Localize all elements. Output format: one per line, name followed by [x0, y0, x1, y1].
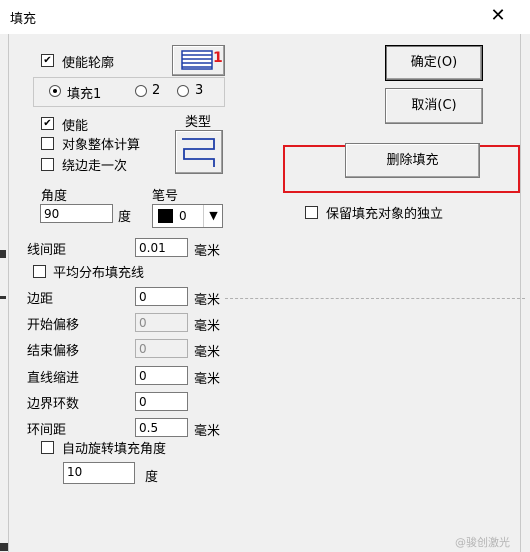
rotate-angle-unit: 度 — [145, 470, 159, 485]
auto-rotate-checkbox[interactable] — [41, 441, 54, 454]
ok-button[interactable]: 确定(O) — [385, 45, 483, 81]
border-loops-label: 边界环数 — [27, 397, 80, 412]
fill-type-button[interactable] — [175, 130, 223, 174]
fill-tab-label-2: 2 — [152, 83, 161, 98]
angle-label: 角度 — [41, 189, 68, 204]
title-bar: 填充 ✕ — [0, 0, 530, 34]
pen-color-swatch — [158, 209, 173, 223]
frame-line — [520, 34, 521, 552]
close-icon[interactable]: ✕ — [484, 3, 512, 29]
line-spacing-label: 线间距 — [27, 243, 67, 258]
fill-tab-label-3: 3 — [195, 83, 204, 98]
whole-object-label: 对象整体计算 — [62, 138, 141, 153]
loop-spacing-label: 环间距 — [27, 423, 67, 438]
end-offset-unit: 毫米 — [194, 345, 221, 360]
angle-input[interactable]: 90 — [40, 204, 113, 223]
even-distribute-checkbox[interactable] — [33, 265, 46, 278]
enable-outline-label: 使能轮廓 — [62, 56, 115, 71]
enable-fill-checkbox[interactable]: ✔ — [41, 117, 54, 130]
even-distribute-label: 平均分布填充线 — [53, 266, 145, 281]
enable-outline-checkbox[interactable]: ✔ — [41, 54, 54, 67]
loop-spacing-input[interactable]: 0.5 — [135, 418, 188, 437]
fill-dialog: 填充 ✕ ✔ 使能轮廓 1 填充1 2 3 ✔ 使能 对象整体计算 绕边走一次 … — [0, 0, 530, 552]
start-offset-input: 0 — [135, 313, 188, 332]
end-offset-input: 0 — [135, 339, 188, 358]
delete-fill-button[interactable]: 删除填充 — [345, 143, 480, 178]
enable-fill-label: 使能 — [62, 119, 89, 134]
frame-line — [8, 34, 9, 552]
fill-tab-radio-3[interactable] — [177, 85, 189, 97]
line-spacing-input[interactable]: 0.01 — [135, 238, 188, 257]
line-reduce-label: 直线缩进 — [27, 371, 80, 386]
cancel-button[interactable]: 取消(C) — [385, 88, 483, 124]
end-offset-label: 结束偏移 — [27, 344, 80, 359]
auto-rotate-label: 自动旋转填充角度 — [62, 442, 167, 457]
pen-label: 笔号 — [152, 189, 179, 204]
handle-marker — [0, 250, 6, 258]
pen-value: 0 — [179, 209, 187, 223]
once-around-label: 绕边走一次 — [62, 159, 128, 174]
keep-independent-checkbox[interactable] — [305, 206, 318, 219]
margin-input[interactable]: 0 — [135, 287, 188, 306]
dropdown-arrow-icon[interactable]: ▼ — [203, 205, 223, 227]
rotate-angle-input[interactable]: 10 — [63, 462, 135, 484]
once-around-checkbox[interactable] — [41, 158, 54, 171]
line-spacing-unit: 毫米 — [194, 244, 221, 259]
keep-independent-label: 保留填充对象的独立 — [326, 207, 444, 222]
outline-pattern-button[interactable]: 1 — [172, 45, 225, 76]
line-reduce-unit: 毫米 — [194, 372, 221, 387]
start-offset-label: 开始偏移 — [27, 318, 80, 333]
handle-marker — [0, 543, 8, 551]
fill-tab-radio-1[interactable] — [49, 85, 61, 97]
watermark: @骏创激光 — [455, 536, 510, 549]
line-reduce-input[interactable]: 0 — [135, 366, 188, 385]
angle-unit: 度 — [118, 210, 132, 225]
whole-object-checkbox[interactable] — [41, 137, 54, 150]
fill-tab-radio-2[interactable] — [135, 85, 147, 97]
pattern-badge: 1 — [213, 50, 223, 66]
dashed-guide-line — [225, 298, 525, 299]
fill-type-label: 类型 — [185, 115, 212, 130]
border-loops-input[interactable]: 0 — [135, 392, 188, 411]
fill-tab-label-1: 填充1 — [67, 87, 102, 102]
window-title: 填充 — [10, 12, 37, 27]
pen-select[interactable]: 0 ▼ — [152, 204, 223, 228]
serpentine-fill-icon — [182, 138, 215, 167]
handle-marker — [0, 296, 6, 299]
margin-label: 边距 — [27, 292, 54, 307]
start-offset-unit: 毫米 — [194, 319, 221, 334]
margin-unit: 毫米 — [194, 293, 221, 308]
loop-spacing-unit: 毫米 — [194, 424, 221, 439]
